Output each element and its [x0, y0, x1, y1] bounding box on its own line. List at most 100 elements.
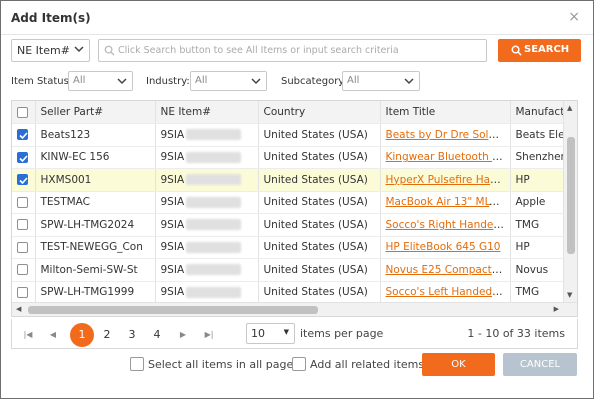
- item-title-link[interactable]: Novus E25 Compact Mouse: [386, 264, 510, 276]
- table-row[interactable]: SPW-LH-TMG2024 9SIA United States (USA) Soc…: [12, 213, 577, 237]
- scroll-left-icon[interactable]: ◀: [16, 305, 21, 313]
- table-row[interactable]: HXMS001 9SIA United States (USA) HyperX Pul…: [12, 168, 577, 192]
- cancel-button[interactable]: CANCEL: [503, 353, 577, 376]
- country-cell: United States (USA): [258, 191, 381, 214]
- column-header[interactable]: Seller Part#: [35, 101, 156, 124]
- prev-page-icon[interactable]: ◀: [45, 327, 61, 343]
- item-title-link[interactable]: HP EliteBook 645 G10: [386, 241, 501, 253]
- search-button[interactable]: SEARCH: [498, 39, 581, 62]
- item-title-cell: Beats by Dr Dre Solo Wireless: [380, 123, 511, 147]
- add-related-items-checkbox[interactable]: [292, 357, 306, 371]
- item-title-link[interactable]: Kingwear Bluetooth Headset: [386, 151, 510, 163]
- page-3-button[interactable]: 3: [120, 323, 144, 347]
- search-icon: [511, 45, 522, 56]
- scroll-down-icon[interactable]: ▼: [567, 291, 572, 299]
- select-all-checkbox[interactable]: [17, 106, 28, 118]
- close-icon[interactable]: ×: [568, 9, 580, 25]
- scroll-thumb[interactable]: [567, 137, 575, 254]
- column-header[interactable]: NE Item#: [155, 101, 259, 124]
- chevron-down-icon: [251, 78, 261, 85]
- next-page-icon[interactable]: ▶: [175, 327, 191, 343]
- table-row[interactable]: TEST-NEWEGG_Con 9SIA United States (USA) HP…: [12, 236, 577, 259]
- redacted-item-number: [186, 264, 242, 276]
- industry-value: All: [195, 75, 208, 86]
- ne-item-cell: 9SIA: [155, 168, 259, 192]
- page-1-button[interactable]: 1: [70, 323, 94, 347]
- scroll-up-icon[interactable]: ▲: [567, 104, 572, 112]
- item-title-cell: Socco's Left Handed Glove: [380, 281, 511, 304]
- subcategory-value: All: [347, 75, 360, 86]
- item-title-cell: Socco's Right Handed Glove: [380, 213, 511, 237]
- select-all-checkbox-cell[interactable]: [12, 101, 36, 124]
- item-title-link[interactable]: Socco's Right Handed Glove: [386, 219, 510, 231]
- item-status-select[interactable]: All: [68, 71, 133, 91]
- row-checkbox-cell[interactable]: [12, 258, 36, 282]
- horizontal-scrollbar[interactable]: ◀ ▶: [12, 302, 577, 316]
- table-row[interactable]: Milton-Semi-SW-St 9SIA United States (USA)…: [12, 258, 577, 282]
- industry-select[interactable]: All: [190, 71, 267, 91]
- last-page-icon[interactable]: ▶|: [201, 327, 217, 343]
- ne-item-cell: 9SIA: [155, 146, 259, 169]
- table-row[interactable]: Beats123 9SIA United States (USA) Beats by …: [12, 123, 577, 147]
- redacted-item-number: [186, 219, 242, 231]
- column-header[interactable]: Item Title: [380, 101, 511, 124]
- search-field[interactable]: [98, 39, 487, 62]
- select-all-pages-checkbox[interactable]: [130, 357, 144, 371]
- search-type-select[interactable]: NE Item#: [11, 39, 90, 62]
- search-input[interactable]: [118, 42, 482, 59]
- row-checkbox-cell[interactable]: [12, 146, 36, 169]
- row-checkbox-cell[interactable]: [12, 213, 36, 237]
- table-body: Beats123 9SIA United States (USA) Beats by …: [12, 123, 577, 304]
- caret-down-icon: ▼: [283, 328, 289, 336]
- scroll-thumb[interactable]: [28, 306, 318, 314]
- ne-item-prefix: 9SIA: [160, 128, 185, 141]
- row-checkbox-cell[interactable]: [12, 236, 36, 259]
- page-4-button[interactable]: 4: [145, 323, 169, 347]
- add-related-items-label: Add all related items: [310, 358, 425, 371]
- chevron-down-icon: [404, 78, 414, 85]
- row-checkbox[interactable]: [17, 241, 28, 253]
- row-checkbox-cell[interactable]: [12, 168, 36, 192]
- page-size-select[interactable]: 10 ▼: [246, 323, 295, 344]
- ne-item-cell: 9SIA: [155, 258, 259, 282]
- row-checkbox[interactable]: [17, 174, 28, 186]
- column-header[interactable]: Country: [258, 101, 381, 124]
- seller-part-cell: KINW-EC 156: [35, 146, 156, 169]
- page-range-label: 1 - 10 of 33 items: [467, 327, 565, 340]
- ne-item-prefix: 9SIA: [160, 263, 185, 276]
- ok-button[interactable]: OK: [422, 353, 495, 376]
- items-per-page-label: items per page: [300, 327, 384, 340]
- ne-item-prefix: 9SIA: [160, 286, 185, 299]
- seller-part-cell: SPW-LH-TMG2024: [35, 213, 156, 237]
- table-row[interactable]: SPW-LH-TMG1999 9SIA United States (USA) Soc…: [12, 281, 577, 304]
- scroll-right-icon[interactable]: ▶: [554, 305, 559, 313]
- ne-item-prefix: 9SIA: [160, 151, 185, 164]
- item-title-link[interactable]: Beats by Dr Dre Solo Wireless: [386, 129, 510, 141]
- first-page-icon[interactable]: |◀: [20, 327, 36, 343]
- row-checkbox[interactable]: [17, 151, 28, 163]
- row-checkbox[interactable]: [17, 286, 28, 298]
- subcategory-select[interactable]: All: [342, 71, 420, 91]
- country-cell: United States (USA): [258, 258, 381, 282]
- dialog-title: Add Item(s): [11, 11, 91, 25]
- redacted-item-number: [186, 196, 242, 208]
- row-checkbox-cell[interactable]: [12, 281, 36, 304]
- row-checkbox[interactable]: [17, 219, 28, 231]
- pagination-bar: |◀ ◀ 1 2 3 4 ▶ ▶| 10 ▼ items per page 1 …: [11, 319, 578, 349]
- country-cell: United States (USA): [258, 281, 381, 304]
- page-2-button[interactable]: 2: [95, 323, 119, 347]
- table-row[interactable]: TESTMAC 9SIA United States (USA) MacBook Ai…: [12, 191, 577, 214]
- row-checkbox[interactable]: [17, 196, 28, 208]
- row-checkbox-cell[interactable]: [12, 123, 36, 147]
- row-checkbox[interactable]: [17, 264, 28, 276]
- ne-item-cell: 9SIA: [155, 236, 259, 259]
- item-title-cell: MacBook Air 13" MLY33LL/A: [380, 191, 511, 214]
- row-checkbox-cell[interactable]: [12, 191, 36, 214]
- item-title-link[interactable]: Socco's Left Handed Glove: [386, 286, 510, 298]
- item-title-link[interactable]: MacBook Air 13" MLY33LL/A: [386, 196, 510, 208]
- item-title-link[interactable]: HyperX Pulsefire Haste: [386, 174, 507, 186]
- vertical-scrollbar[interactable]: ▲ ▼: [563, 101, 577, 302]
- row-checkbox[interactable]: [17, 129, 28, 141]
- checkmark-icon: [19, 177, 28, 185]
- table-row[interactable]: KINW-EC 156 9SIA United States (USA) Kingwe…: [12, 146, 577, 169]
